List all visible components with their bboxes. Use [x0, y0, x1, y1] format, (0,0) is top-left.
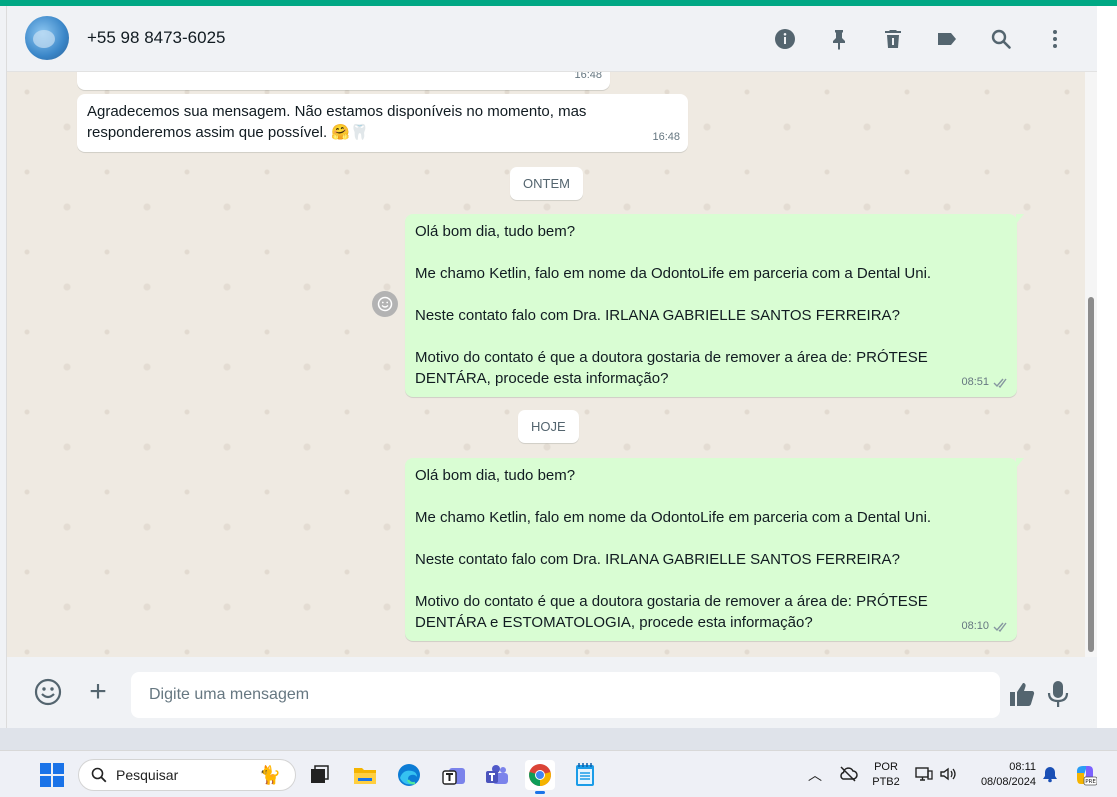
language-code: POR — [874, 761, 898, 773]
message-text: Olá bom dia, tudo bem? Me chamo Ketlin, … — [415, 467, 932, 631]
task-view-icon[interactable] — [304, 760, 334, 790]
message-time: 08:10 — [961, 620, 989, 632]
svg-text:PRE: PRE — [1085, 779, 1096, 785]
teams-icon[interactable] — [482, 760, 512, 790]
message-bubble-incoming[interactable]: 16:48 — [77, 72, 610, 90]
info-icon[interactable] — [763, 23, 807, 55]
double-check-icon — [993, 378, 1007, 388]
cloud-offline-icon[interactable] — [838, 764, 858, 784]
message-bubble-incoming[interactable]: Agradecemos sua mensagem. Não estamos di… — [77, 94, 688, 152]
header-actions — [753, 23, 1077, 55]
double-check-icon — [993, 622, 1007, 632]
tray-expand-chevron-icon[interactable]: ︿ — [808, 765, 822, 785]
contact-avatar[interactable] — [25, 16, 69, 60]
search-icon[interactable] — [979, 23, 1023, 55]
input-language[interactable]: POR PTB2 — [872, 760, 900, 790]
date-separator-yesterday: ONTEM — [510, 167, 583, 200]
search-label: Pesquisar — [116, 767, 179, 783]
notepad-icon[interactable] — [570, 760, 600, 790]
clock-date: 08/08/2024 — [980, 776, 1036, 788]
microphone-icon[interactable] — [1045, 679, 1071, 709]
message-time: 16:48 — [652, 131, 680, 143]
chat-header[interactable]: +55 98 8473-6025 — [7, 6, 1097, 72]
notification-bell-icon[interactable] — [1041, 765, 1059, 783]
message-meta: 16:48 — [574, 72, 602, 86]
chat-scrollbar[interactable] — [1085, 72, 1097, 657]
message-list[interactable]: 16:48 Agradecemos sua mensagem. Não esta… — [7, 72, 1085, 657]
left-panel-edge — [0, 6, 7, 728]
chat-window: +55 98 8473-6025 16:48 Agradecemos sua m… — [7, 6, 1097, 728]
message-text: Agradecemos sua mensagem. Não estamos di… — [87, 103, 587, 141]
message-text: Olá bom dia, tudo bem? Me chamo Ketlin, … — [415, 223, 932, 387]
message-input[interactable] — [131, 672, 1000, 718]
delete-icon[interactable] — [871, 23, 915, 55]
emoji-icon[interactable] — [33, 677, 63, 707]
message-time: 08:51 — [961, 376, 989, 388]
pin-icon[interactable] — [817, 23, 861, 55]
contact-name[interactable]: +55 98 8473-6025 — [87, 28, 226, 48]
clock-time: 08:11 — [1009, 761, 1036, 773]
volume-icon[interactable] — [938, 764, 958, 784]
date-separator-today: HOJE — [518, 410, 579, 443]
file-explorer-icon[interactable] — [350, 760, 380, 790]
desktop-gap — [0, 728, 1117, 750]
thumbs-up-icon[interactable] — [1007, 679, 1037, 709]
menu-icon[interactable] — [1033, 23, 1077, 55]
windows-start-icon[interactable] — [40, 763, 64, 787]
network-display-icon[interactable] — [914, 764, 934, 784]
search-icon — [91, 767, 107, 783]
label-icon[interactable] — [925, 23, 969, 55]
message-bubble-outgoing[interactable]: Olá bom dia, tudo bem? Me chamo Ketlin, … — [405, 214, 1024, 397]
system-clock[interactable]: 08:11 08/08/2024 — [970, 760, 1036, 790]
message-meta: 08:51 — [961, 372, 1009, 393]
chrome-browser-icon[interactable] — [525, 760, 555, 794]
react-emoji-icon[interactable] — [372, 291, 398, 317]
message-meta: 08:10 — [961, 616, 1009, 637]
message-composer: + — [7, 657, 1097, 728]
windows-taskbar: Pesquisar 🐈 ︿ POR PTB2 08:11 08/08/2024 … — [0, 750, 1117, 797]
right-panel-edge — [1097, 6, 1117, 728]
teams-work-icon[interactable] — [439, 760, 469, 790]
message-meta: 16:48 — [652, 127, 680, 148]
taskbar-search[interactable]: Pesquisar 🐈 — [78, 759, 296, 791]
search-highlight-cat-icon: 🐈 — [258, 765, 281, 785]
scrollbar-thumb[interactable] — [1088, 297, 1094, 652]
message-bubble-outgoing[interactable]: Olá bom dia, tudo bem? Me chamo Ketlin, … — [405, 458, 1024, 641]
message-time: 16:48 — [574, 72, 602, 81]
edge-browser-icon[interactable] — [394, 760, 424, 790]
attach-plus-icon[interactable]: + — [83, 677, 113, 707]
copilot-icon[interactable]: PRE — [1073, 763, 1097, 787]
keyboard-layout: PTB2 — [872, 776, 900, 788]
